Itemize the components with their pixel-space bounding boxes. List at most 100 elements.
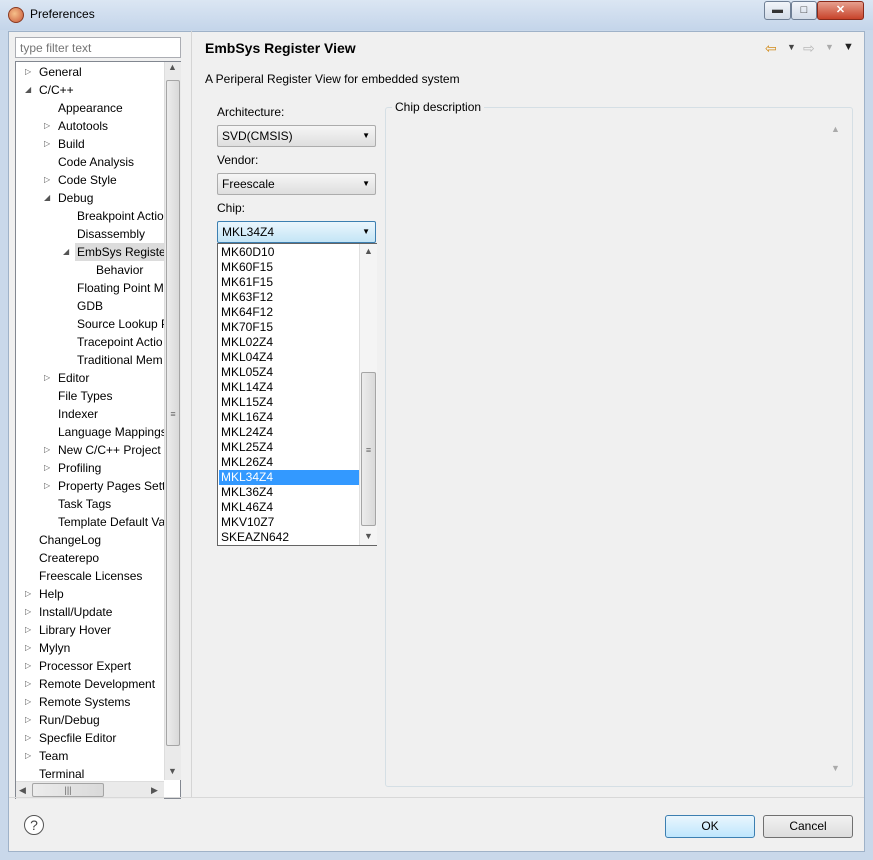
chip-option[interactable]: MKL34Z4 bbox=[219, 470, 359, 485]
tree-item[interactable]: Library Hover bbox=[39, 621, 111, 639]
chip-option[interactable]: MKL24Z4 bbox=[219, 425, 359, 440]
tree-collapsed-icon[interactable]: ▷ bbox=[25, 693, 31, 711]
dropdown-scroll-thumb[interactable]: ≡ bbox=[361, 372, 376, 526]
chip-option[interactable]: SKEAZN642 bbox=[219, 530, 359, 545]
tree-item[interactable]: Template Default Va bbox=[58, 513, 165, 531]
scroll-left-arrow-icon[interactable]: ◀ bbox=[19, 785, 26, 796]
tree-collapsed-icon[interactable]: ▷ bbox=[44, 135, 50, 153]
maximize-button[interactable]: □ bbox=[791, 1, 817, 20]
chip-option[interactable]: MKL46Z4 bbox=[219, 500, 359, 515]
tree-item[interactable]: Disassembly bbox=[77, 225, 145, 243]
tree-vertical-scrollbar[interactable]: ▲ ≡ ▼ bbox=[164, 62, 181, 780]
tree-item[interactable]: Profiling bbox=[58, 459, 101, 477]
help-icon[interactable]: ? bbox=[24, 815, 44, 835]
tree-item[interactable]: Run/Debug bbox=[39, 711, 100, 729]
tree-collapsed-icon[interactable]: ▷ bbox=[44, 459, 50, 477]
tree-collapsed-icon[interactable]: ▷ bbox=[44, 477, 50, 495]
scroll-down-arrow-icon[interactable]: ▼ bbox=[168, 766, 177, 776]
split-sash[interactable] bbox=[191, 31, 192, 797]
dropdown-scrollbar[interactable]: ▲ ≡ ▼ bbox=[359, 244, 377, 545]
chip-option[interactable]: MKL02Z4 bbox=[219, 335, 359, 350]
scroll-up-arrow-icon[interactable]: ▲ bbox=[168, 62, 177, 72]
ok-button[interactable]: OK bbox=[665, 815, 755, 838]
tree-collapsed-icon[interactable]: ▷ bbox=[25, 585, 31, 603]
chip-option[interactable]: MK70F15 bbox=[219, 320, 359, 335]
filter-input[interactable] bbox=[15, 37, 181, 58]
tree-item[interactable]: Property Pages Setti bbox=[58, 477, 168, 495]
description-scrollbar[interactable]: ▲ ▼ bbox=[829, 120, 844, 776]
tree-collapsed-icon[interactable]: ▷ bbox=[44, 117, 50, 135]
close-button[interactable]: ✕ bbox=[817, 1, 864, 20]
tree-collapsed-icon[interactable]: ▷ bbox=[44, 441, 50, 459]
chip-option[interactable]: MKL25Z4 bbox=[219, 440, 359, 455]
view-menu-icon[interactable]: ▼ bbox=[843, 41, 854, 53]
tree-item[interactable]: C/C++ bbox=[39, 81, 74, 99]
scroll-down-arrow-icon[interactable]: ▼ bbox=[831, 763, 840, 773]
back-history-chevron-down-icon[interactable]: ▼ bbox=[787, 42, 796, 52]
tree-item[interactable]: Remote Development bbox=[39, 675, 155, 693]
scroll-right-arrow-icon[interactable]: ▶ bbox=[151, 785, 158, 796]
chip-option[interactable]: MK61F15 bbox=[219, 275, 359, 290]
tree-collapsed-icon[interactable]: ▷ bbox=[25, 603, 31, 621]
tree-collapsed-icon[interactable]: ▷ bbox=[25, 63, 31, 81]
tree-collapsed-icon[interactable]: ▷ bbox=[25, 729, 31, 747]
tree-item[interactable]: Team bbox=[39, 747, 68, 765]
chip-option[interactable]: MK60D10 bbox=[219, 245, 359, 260]
tree-item[interactable]: ChangeLog bbox=[39, 531, 101, 549]
tree-collapsed-icon[interactable]: ▷ bbox=[25, 675, 31, 693]
tree-collapsed-icon[interactable]: ▷ bbox=[25, 639, 31, 657]
chip-option[interactable]: MKL04Z4 bbox=[219, 350, 359, 365]
tree-collapsed-icon[interactable]: ▷ bbox=[25, 621, 31, 639]
tree-expanded-icon[interactable]: ◢ bbox=[44, 189, 50, 207]
tree-hscroll-thumb[interactable]: ||| bbox=[32, 783, 104, 797]
tree-expanded-icon[interactable]: ◢ bbox=[63, 243, 69, 261]
tree-collapsed-icon[interactable]: ▷ bbox=[44, 369, 50, 387]
chip-option[interactable]: MKV10Z7 bbox=[219, 515, 359, 530]
vendor-select[interactable]: Freescale ▼ bbox=[217, 173, 376, 195]
forward-arrow-icon[interactable]: ⇨ bbox=[803, 40, 815, 57]
chip-option[interactable]: MKL05Z4 bbox=[219, 365, 359, 380]
tree-item[interactable]: Build bbox=[58, 135, 85, 153]
tree-item[interactable]: Indexer bbox=[58, 405, 98, 423]
chip-select[interactable]: MKL34Z4 ▼ bbox=[217, 221, 376, 243]
tree-item[interactable]: Task Tags bbox=[58, 495, 111, 513]
forward-history-chevron-down-icon[interactable]: ▼ bbox=[825, 42, 834, 52]
tree-item[interactable]: General bbox=[39, 63, 82, 81]
tree-item[interactable]: Language Mappings bbox=[58, 423, 167, 441]
tree-item[interactable]: Specfile Editor bbox=[39, 729, 116, 747]
minimize-button[interactable]: ▬ bbox=[764, 1, 791, 20]
back-arrow-icon[interactable]: ⇦ bbox=[765, 40, 777, 57]
tree-item[interactable]: Breakpoint Actio bbox=[77, 207, 164, 225]
tree-item[interactable]: Behavior bbox=[96, 261, 143, 279]
tree-item[interactable]: File Types bbox=[58, 387, 112, 405]
tree-item[interactable]: EmbSys Register bbox=[75, 243, 172, 261]
tree-scroll-thumb[interactable]: ≡ bbox=[166, 80, 180, 746]
tree-item[interactable]: Floating Point M bbox=[77, 279, 164, 297]
tree-item[interactable]: Traditional Mem bbox=[77, 351, 163, 369]
tree-collapsed-icon[interactable]: ▷ bbox=[25, 711, 31, 729]
tree-item[interactable]: Editor bbox=[58, 369, 89, 387]
chip-option[interactable]: MKL14Z4 bbox=[219, 380, 359, 395]
chip-option[interactable]: MKL26Z4 bbox=[219, 455, 359, 470]
tree-item[interactable]: Remote Systems bbox=[39, 693, 130, 711]
tree-expanded-icon[interactable]: ◢ bbox=[25, 81, 31, 99]
tree-item[interactable]: Tracepoint Actio bbox=[77, 333, 163, 351]
tree-item[interactable]: GDB bbox=[77, 297, 103, 315]
tree-item[interactable]: Source Lookup P bbox=[77, 315, 169, 333]
tree-item[interactable]: Appearance bbox=[58, 99, 123, 117]
tree-item[interactable]: New C/C++ Project bbox=[58, 441, 161, 459]
chip-option[interactable]: MKL15Z4 bbox=[219, 395, 359, 410]
chip-option[interactable]: MK60F15 bbox=[219, 260, 359, 275]
scroll-up-arrow-icon[interactable]: ▲ bbox=[831, 124, 840, 134]
chip-option[interactable]: MKL36Z4 bbox=[219, 485, 359, 500]
tree-collapsed-icon[interactable]: ▷ bbox=[25, 747, 31, 765]
chip-option[interactable]: MKL16Z4 bbox=[219, 410, 359, 425]
tree-item[interactable]: Freescale Licenses bbox=[39, 567, 142, 585]
scroll-up-arrow-icon[interactable]: ▲ bbox=[364, 246, 373, 256]
cancel-button[interactable]: Cancel bbox=[763, 815, 853, 838]
chip-option[interactable]: MK64F12 bbox=[219, 305, 359, 320]
tree-item[interactable]: Mylyn bbox=[39, 639, 70, 657]
tree-collapsed-icon[interactable]: ▷ bbox=[25, 657, 31, 675]
architecture-select[interactable]: SVD(CMSIS) ▼ bbox=[217, 125, 376, 147]
tree-item[interactable]: Autotools bbox=[58, 117, 108, 135]
